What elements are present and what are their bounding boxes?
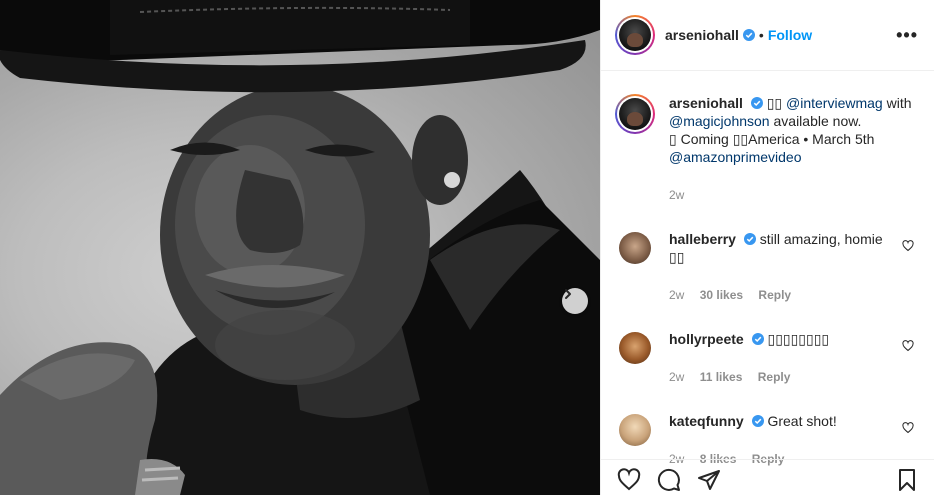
verified-badge-icon bbox=[751, 333, 764, 345]
mention-interviewmag[interactable]: @interviewmag bbox=[786, 95, 883, 111]
post-side-panel: arseniohall • Follow ••• arseniohall ▯▯ … bbox=[600, 0, 934, 495]
reply-button[interactable]: Reply bbox=[758, 288, 791, 302]
verified-badge-icon bbox=[743, 233, 756, 245]
chevron-right-icon bbox=[565, 289, 571, 299]
commenter-username[interactable]: halleberry bbox=[669, 231, 736, 247]
verified-badge-icon bbox=[751, 415, 764, 427]
comment-text: ▯▯▯▯▯▯▯▯ bbox=[767, 331, 830, 347]
comment-text: Great shot! bbox=[767, 413, 837, 429]
follow-button[interactable]: Follow bbox=[768, 27, 812, 43]
heart-icon[interactable] bbox=[902, 422, 914, 434]
more-options-icon[interactable]: ••• bbox=[896, 25, 918, 46]
caption-emoji: ▯▯ bbox=[766, 95, 783, 111]
share-icon[interactable] bbox=[697, 468, 721, 492]
mention-magicjohnson[interactable]: @magicjohnson bbox=[669, 113, 770, 129]
caption-text-2: available now. bbox=[773, 113, 862, 129]
bookmark-icon[interactable] bbox=[895, 468, 919, 492]
commenter-username[interactable]: hollyrpeete bbox=[669, 331, 744, 347]
commenter-avatar[interactable] bbox=[619, 332, 651, 364]
caption-username[interactable]: arseniohall bbox=[669, 95, 743, 111]
author-avatar[interactable] bbox=[615, 15, 655, 55]
comment-item: hollyrpeete ▯▯▯▯▯▯▯▯ 2w 11 likes Reply bbox=[615, 330, 918, 386]
commenter-avatar[interactable] bbox=[619, 414, 651, 446]
caption-avatar[interactable] bbox=[615, 94, 655, 134]
heart-icon[interactable] bbox=[902, 240, 914, 252]
post-actions-bar bbox=[601, 459, 934, 495]
caption-text-3: ▯ Coming ▯▯America • March 5th bbox=[669, 131, 875, 147]
separator-dot: • bbox=[758, 27, 764, 43]
comment-timestamp: 2w bbox=[669, 288, 685, 302]
post-caption: arseniohall ▯▯ @interviewmag with @magic… bbox=[615, 71, 918, 204]
next-photo-button[interactable] bbox=[562, 288, 588, 314]
post-photo[interactable] bbox=[0, 0, 600, 495]
heart-icon[interactable] bbox=[902, 340, 914, 352]
post-header: arseniohall • Follow ••• bbox=[601, 0, 934, 71]
commenter-avatar[interactable] bbox=[619, 232, 651, 264]
caption-timestamp: 2w bbox=[669, 188, 685, 202]
comment-item: halleberry still amazing, homie ▯▯ 2w 30… bbox=[615, 230, 918, 304]
commenter-username[interactable]: kateqfunny bbox=[669, 413, 744, 429]
comments-list: arseniohall ▯▯ @interviewmag with @magic… bbox=[601, 71, 934, 468]
mention-amazonprimevideo[interactable]: @amazonprimevideo bbox=[669, 149, 802, 165]
verified-badge-icon bbox=[742, 29, 755, 41]
comment-likes[interactable]: 30 likes bbox=[700, 288, 743, 302]
author-username[interactable]: arseniohall bbox=[665, 27, 739, 43]
comment-likes[interactable]: 11 likes bbox=[700, 370, 743, 384]
comment-timestamp: 2w bbox=[669, 370, 685, 384]
caption-text: arseniohall ▯▯ @interviewmag with @magic… bbox=[669, 94, 915, 204]
reply-button[interactable]: Reply bbox=[758, 370, 791, 384]
portrait-image bbox=[0, 0, 600, 495]
heart-icon[interactable] bbox=[617, 468, 641, 492]
caption-text-1: with bbox=[886, 95, 912, 111]
instagram-post: arseniohall • Follow ••• arseniohall ▯▯ … bbox=[0, 0, 934, 495]
comment-icon[interactable] bbox=[657, 468, 681, 492]
verified-badge-icon bbox=[750, 97, 763, 109]
